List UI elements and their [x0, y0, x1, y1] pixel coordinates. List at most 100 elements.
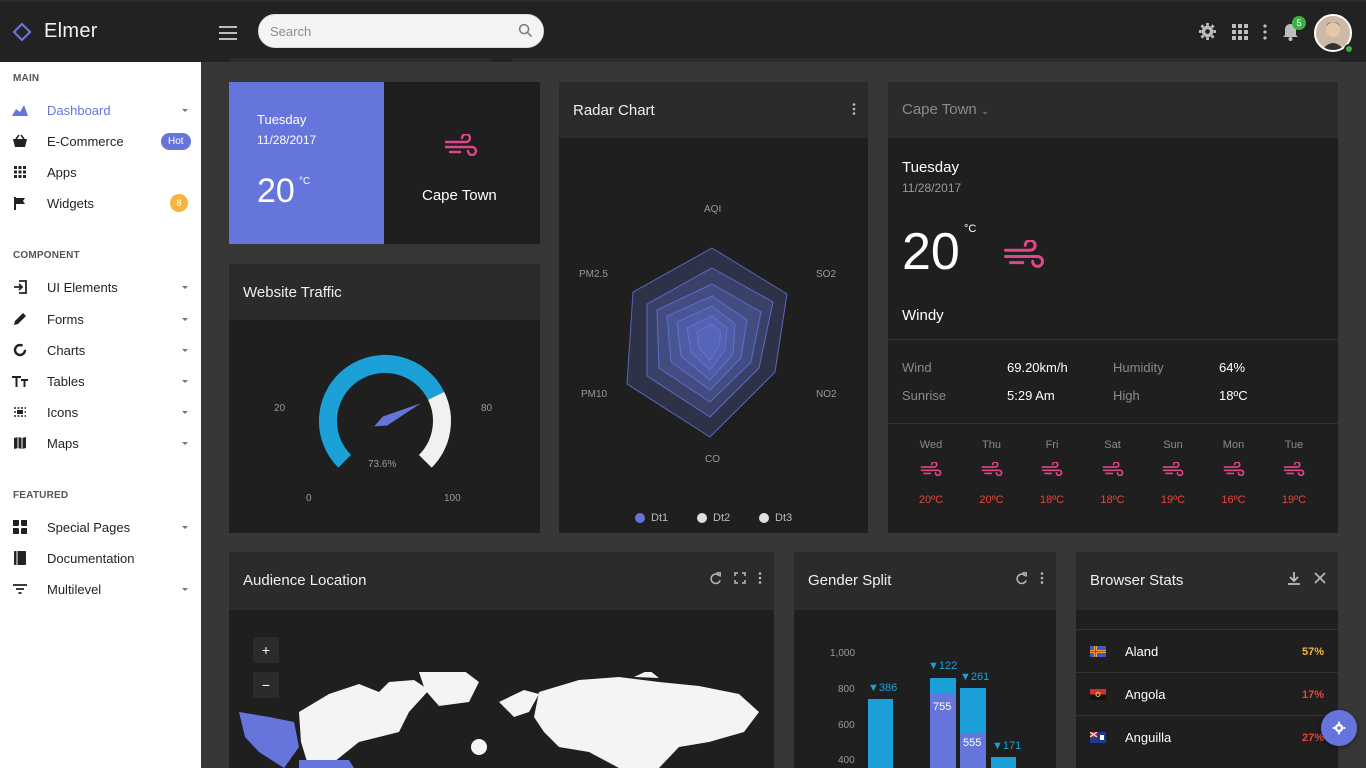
weather-mini-card: Tuesday 11/28/2017 20 °C Cape Town — [229, 82, 540, 244]
map-icon — [12, 435, 28, 451]
map-region-highlight — [299, 760, 354, 768]
sidebar-item-multilevel[interactable]: Multilevel — [0, 574, 201, 604]
sidebar-item-label: Dashboard — [47, 102, 111, 118]
refresh-icon[interactable] — [709, 572, 722, 585]
apps-grid-icon[interactable] — [1232, 24, 1248, 40]
legend-item-dt1[interactable]: Dt1 — [635, 512, 668, 524]
bar-label: ▼261 — [960, 671, 990, 683]
card-edge — [229, 58, 492, 62]
list-item[interactable]: Aland 57% — [1076, 629, 1338, 672]
sidebar-item-label: E-Commerce — [47, 133, 124, 149]
legend-item-dt3[interactable]: Dt3 — [759, 512, 792, 524]
bar — [991, 757, 1016, 768]
login-icon — [12, 279, 28, 295]
gauge-label-80: 80 — [481, 403, 493, 414]
chevron-down-icon — [182, 108, 188, 112]
settings-fab-button[interactable] — [1321, 710, 1357, 746]
chevron-down-icon — [182, 441, 188, 445]
weather-detail-card: Cape Town ⌄ Tuesday 11/28/2017 20 °C Win… — [888, 82, 1338, 533]
chevron-down-icon — [182, 410, 188, 414]
sidebar-item-dashboard[interactable]: Dashboard — [0, 95, 201, 125]
gauge-needle — [374, 403, 421, 427]
sidebar-item-special-pages[interactable]: Special Pages — [0, 512, 201, 542]
sidebar-item-apps[interactable]: Apps — [0, 157, 201, 187]
menu-toggle-button[interactable] — [219, 26, 237, 40]
sunrise-label: Sunrise — [902, 388, 947, 403]
card-header: Browser Stats — [1076, 552, 1338, 610]
search-box — [258, 14, 544, 48]
more-vertical-icon[interactable] — [758, 572, 762, 584]
weather-date: 11/28/2017 — [902, 181, 962, 195]
sidebar-item-tables[interactable]: Tables — [0, 366, 201, 396]
list-item[interactable]: Anguilla 27% — [1076, 715, 1338, 758]
fullscreen-icon[interactable] — [734, 572, 746, 584]
sidebar-item-forms[interactable]: Forms — [0, 304, 201, 334]
sidebar-item-widgets[interactable]: Widgets 8 — [0, 188, 201, 218]
card-title: Website Traffic — [243, 284, 342, 301]
aland-flag-icon — [1090, 646, 1106, 657]
hot-badge: Hot — [161, 132, 191, 150]
select-icon — [12, 404, 28, 420]
refresh-icon[interactable] — [1015, 572, 1028, 585]
basket-icon — [12, 133, 28, 149]
axis-tick-label: 1,000 — [830, 648, 856, 659]
sidebar-item-documentation[interactable]: Documentation — [0, 543, 201, 573]
search-input[interactable] — [259, 15, 499, 47]
country-percent: 57% — [1301, 646, 1324, 658]
wind-icon — [1153, 462, 1193, 476]
forecast-day: Sat — [1104, 439, 1121, 451]
section-title-main: MAIN — [13, 73, 40, 84]
search-icon[interactable] — [518, 23, 533, 38]
sidebar-item-charts[interactable]: Charts — [0, 335, 201, 365]
wind-icon — [1274, 462, 1314, 476]
wind-icon — [911, 462, 951, 476]
forecast-day: Fri — [1045, 439, 1059, 451]
brand[interactable]: Elmer — [12, 20, 98, 43]
radar-plot — [626, 247, 788, 438]
more-vertical-icon[interactable] — [1262, 24, 1268, 40]
card-actions — [1015, 572, 1044, 585]
map-marker[interactable] — [471, 739, 487, 755]
sidebar-item-maps[interactable]: Maps — [0, 428, 201, 458]
chevron-down-icon — [182, 285, 188, 289]
donut-icon — [12, 342, 28, 358]
weather-temp: 20 — [257, 172, 295, 210]
wind-icon — [1093, 462, 1133, 476]
high-label: High — [1113, 388, 1140, 403]
list-item[interactable]: Angola 17% — [1076, 672, 1338, 715]
card-header: Radar Chart — [559, 82, 868, 138]
world-map — [239, 672, 759, 768]
gauge-fill — [318, 354, 445, 468]
close-icon[interactable] — [1314, 572, 1326, 584]
download-icon[interactable] — [1288, 572, 1300, 585]
chevron-down-icon — [182, 317, 188, 321]
bar-inner-label: 755 — [933, 701, 952, 713]
forecast-temp: 19ºC — [1160, 494, 1186, 506]
sidebar-item-ui-elements[interactable]: UI Elements — [0, 272, 201, 302]
city-select[interactable]: Cape Town ⌄ — [902, 101, 989, 118]
legend-item-dt2[interactable]: Dt2 — [697, 512, 730, 524]
high-value: 18ºC — [1219, 388, 1248, 403]
sunrise-value: 5:29 Am — [1007, 388, 1055, 403]
forecast-day: Mon — [1222, 439, 1245, 451]
more-vertical-icon[interactable] — [852, 103, 856, 115]
gear-icon[interactable] — [1198, 22, 1217, 41]
angola-flag-icon — [1090, 689, 1106, 700]
forecast-temp: 18ºC — [1039, 494, 1065, 506]
more-vertical-icon[interactable] — [1040, 572, 1044, 584]
browser-stats-card: Browser Stats Aland 57% Angola 17% Angui… — [1076, 552, 1338, 768]
zoom-in-button[interactable]: + — [253, 637, 279, 663]
card-header: Gender Split — [794, 552, 1056, 610]
bar — [868, 699, 893, 768]
forecast-day: Sun — [1163, 439, 1183, 451]
radar-axis-label: SO2 — [816, 269, 837, 280]
sidebar-item-label: Apps — [47, 164, 77, 180]
sidebar-item-icons[interactable]: Icons — [0, 397, 201, 427]
card-title: Radar Chart — [573, 102, 655, 119]
gauge-label-100: 100 — [444, 493, 461, 504]
wind-icon — [1214, 462, 1254, 476]
chevron-down-icon — [182, 379, 188, 383]
country-name: Anguilla — [1125, 730, 1172, 745]
sidebar-item-ecommerce[interactable]: E-Commerce Hot — [0, 126, 201, 156]
sidebar: MAIN Dashboard E-Commerce Hot Apps Widge… — [0, 62, 201, 768]
